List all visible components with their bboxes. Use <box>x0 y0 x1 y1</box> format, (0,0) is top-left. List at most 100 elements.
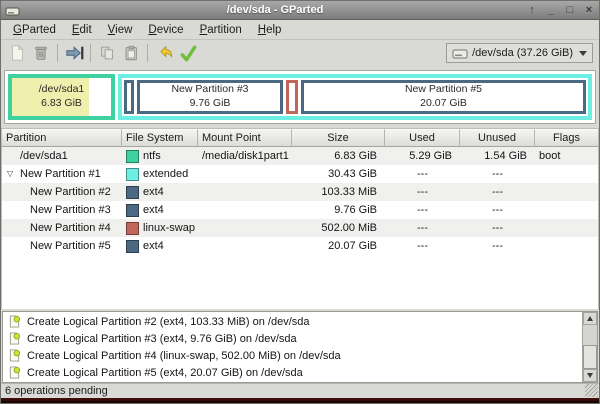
column-header-filesystem[interactable]: File System <box>122 129 198 147</box>
table-row-np2[interactable]: New Partition #2 ext4 103.33 MiB --- --- <box>2 183 598 201</box>
copy-button[interactable] <box>95 42 119 64</box>
new-partition-operation-icon <box>8 332 21 345</box>
filesystem-name: ext4 <box>143 237 164 255</box>
operation-item[interactable]: Create Logical Partition #3 (ext4, 9.76 … <box>3 330 582 347</box>
column-header-mountpoint[interactable]: Mount Point <box>198 129 292 147</box>
column-header-flags[interactable]: Flags <box>535 129 598 147</box>
operation-item[interactable]: Create Logical Partition #5 (ext4, 20.07… <box>3 364 582 381</box>
unused-value: 1.54 GiB <box>460 147 535 165</box>
filesystem-color-swatch <box>126 168 139 181</box>
apply-button[interactable] <box>176 42 200 64</box>
partition-size: 9.76 GiB <box>190 97 231 111</box>
delete-partition-button[interactable] <box>29 42 53 64</box>
undo-button[interactable] <box>152 42 176 64</box>
resize-move-button[interactable] <box>62 42 86 64</box>
device-selector[interactable]: /dev/sda (37.26 GiB) <box>446 43 593 63</box>
toolbar-separator <box>147 44 148 62</box>
expander-open-icon[interactable]: ▽ <box>6 165 20 183</box>
menu-partition[interactable]: Partition <box>192 21 250 39</box>
scroll-up-button[interactable] <box>583 312 597 325</box>
maximize-button[interactable]: □ <box>564 5 576 16</box>
window-title: /dev/sda - GParted <box>24 4 526 16</box>
pending-operations-panel: Create Logical Partition #2 (ext4, 103.3… <box>2 311 598 383</box>
new-partition-operation-icon <box>8 366 21 379</box>
filesystem-name: extended <box>143 165 188 183</box>
operation-item[interactable]: Create Logical Partition #2 (ext4, 103.3… <box>3 313 582 330</box>
visual-partition-sda1[interactable]: /dev/sda1 6.83 GiB <box>8 74 115 120</box>
paste-button[interactable] <box>119 42 143 64</box>
flags-value <box>535 219 598 237</box>
table-row-np5[interactable]: New Partition #5 ext4 20.07 GiB --- --- <box>2 237 598 255</box>
desktop-edge-strip <box>1 398 599 403</box>
visual-partition-np5[interactable]: New Partition #5 20.07 GiB <box>301 80 586 114</box>
partition-label: New Partition #5 <box>405 83 482 97</box>
filesystem-name: ext4 <box>143 183 164 201</box>
new-partition-button[interactable] <box>5 42 29 64</box>
scrollbar-track[interactable] <box>583 325 597 369</box>
column-header-size[interactable]: Size <box>292 129 385 147</box>
operations-panel-wrap: Create Logical Partition #2 (ext4, 103.3… <box>1 309 599 383</box>
menu-gparted[interactable]: GParted <box>5 21 64 39</box>
filesystem-color-swatch <box>126 204 139 217</box>
mount-point <box>198 219 292 237</box>
table-row-np1-extended[interactable]: ▽New Partition #1 extended 30.43 GiB ---… <box>2 165 598 183</box>
used-value: 5.29 GiB <box>385 147 460 165</box>
used-value: --- <box>385 183 460 201</box>
partition-size: 20.07 GiB <box>420 97 467 111</box>
arrow-down-icon <box>587 373 593 378</box>
resize-move-icon <box>64 44 84 62</box>
partition-label: New Partition #3 <box>171 83 248 97</box>
partition-name: New Partition #3 <box>30 201 111 219</box>
size-value: 6.83 GiB <box>292 147 385 165</box>
mount-point <box>198 165 292 183</box>
filesystem-name: linux-swap <box>143 219 195 237</box>
scrollbar-thumb[interactable] <box>583 345 597 369</box>
flags-value <box>535 237 598 255</box>
chevron-down-icon <box>579 51 587 56</box>
menu-help[interactable]: Help <box>250 21 290 39</box>
close-button[interactable]: × <box>583 5 595 16</box>
table-row-sda1[interactable]: /dev/sda1 ntfs /media/disk1part1 6.83 Gi… <box>2 147 598 165</box>
flags-value <box>535 165 598 183</box>
new-document-icon <box>8 44 26 62</box>
operation-text: Create Logical Partition #5 (ext4, 20.07… <box>27 367 303 379</box>
partition-name: New Partition #1 <box>20 165 101 183</box>
menu-view[interactable]: View <box>100 21 141 39</box>
column-header-used[interactable]: Used <box>385 129 460 147</box>
visual-partition-np3[interactable]: New Partition #3 9.76 GiB <box>137 80 283 114</box>
harddisk-icon <box>452 46 468 60</box>
new-partition-operation-icon <box>8 349 21 362</box>
disk-visual-bar: /dev/sda1 6.83 GiB New Partition #3 9.76… <box>4 70 596 124</box>
table-row-np3[interactable]: New Partition #3 ext4 9.76 GiB --- --- <box>2 201 598 219</box>
operation-text: Create Logical Partition #4 (linux-swap,… <box>27 350 341 362</box>
operation-item[interactable]: Create Logical Partition #4 (linux-swap,… <box>3 347 582 364</box>
flags-value <box>535 201 598 219</box>
filesystem-color-swatch <box>126 240 139 253</box>
menu-edit[interactable]: Edit <box>64 21 100 39</box>
visual-partition-np2[interactable] <box>124 80 134 114</box>
size-value: 103.33 MiB <box>292 183 385 201</box>
resize-grip[interactable] <box>585 384 598 397</box>
column-header-partition[interactable]: Partition <box>2 129 122 147</box>
visual-extended-partition[interactable]: New Partition #3 9.76 GiB New Partition … <box>118 74 592 120</box>
shade-button[interactable]: ↑ <box>526 5 538 16</box>
scroll-down-button[interactable] <box>583 369 597 382</box>
titlebar[interactable]: /dev/sda - GParted ↑ _ □ × <box>1 1 599 20</box>
minimize-button[interactable]: _ <box>545 5 557 16</box>
menu-device[interactable]: Device <box>140 21 191 39</box>
visual-partition-np4-swap[interactable] <box>286 80 298 114</box>
arrow-up-icon <box>587 316 593 321</box>
column-header-unused[interactable]: Unused <box>460 129 535 147</box>
table-row-np4-swap[interactable]: New Partition #4 linux-swap 502.00 MiB -… <box>2 219 598 237</box>
mount-point <box>198 237 292 255</box>
unused-value: --- <box>460 201 535 219</box>
operation-text: Create Logical Partition #3 (ext4, 9.76 … <box>27 333 297 345</box>
copy-icon <box>98 44 116 62</box>
partition-name: /dev/sda1 <box>20 147 68 165</box>
statusbar: 6 operations pending <box>1 383 599 398</box>
operation-text: Create Logical Partition #2 (ext4, 103.3… <box>27 316 310 328</box>
operations-scrollbar[interactable] <box>582 312 597 382</box>
paste-icon <box>122 44 140 62</box>
partition-label: /dev/sda1 <box>39 83 85 97</box>
gparted-window: /dev/sda - GParted ↑ _ □ × GParted Edit … <box>0 0 600 404</box>
